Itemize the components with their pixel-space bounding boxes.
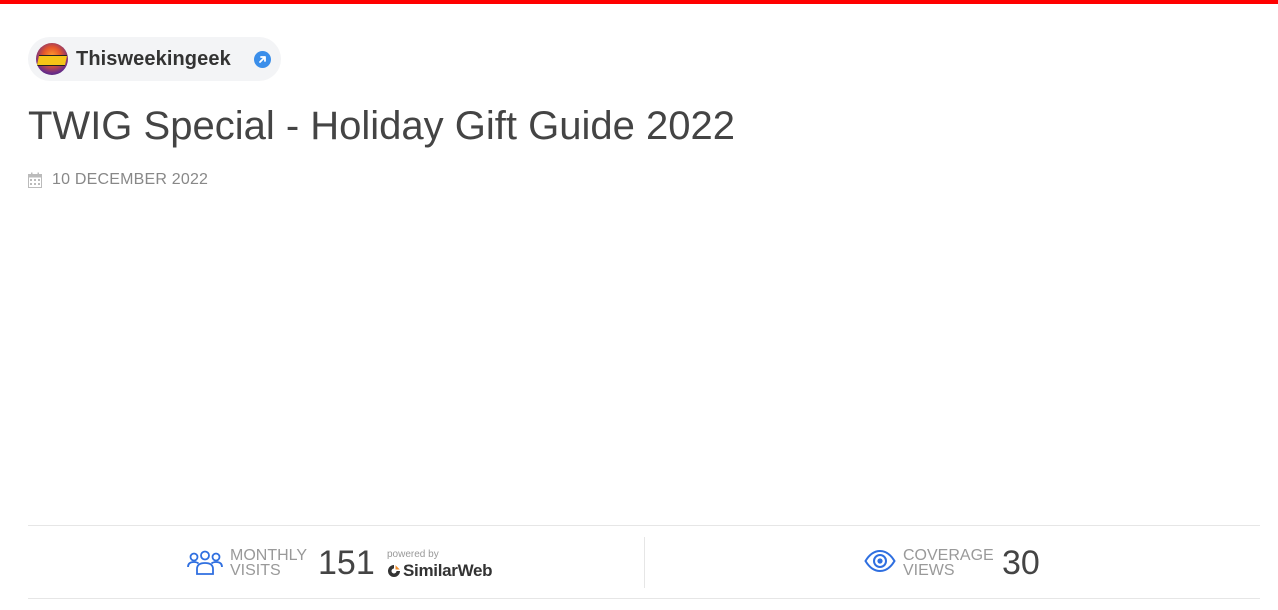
calendar-icon [28,172,42,188]
source-avatar [36,43,68,75]
powered-by-similarweb: powered by SimilarWeb [387,549,493,580]
eye-icon [864,549,896,573]
similarweb-logo-icon [388,564,400,577]
monthly-visits-value: 151 [318,544,375,582]
top-accent-bar [0,0,1278,4]
date-text: 10 DECEMBER 2022 [52,171,209,188]
powered-by-text: powered by [387,549,439,560]
source-chip[interactable]: Thisweekingeek [28,37,281,81]
monthly-visits-label: MONTHLY VISITS [230,547,308,579]
coverage-views-value: 30 [1002,544,1040,582]
stats-bar: MONTHLY VISITS 151 powered by SimilarWeb… [28,525,1260,599]
article-title: TWIG Special - Holiday Gift Guide 2022 [28,104,735,148]
article-date: 10 DECEMBER 2022 [28,171,208,189]
users-icon [187,550,223,575]
stats-divider [644,537,645,588]
coverage-views-label: COVERAGE VIEWS [903,547,994,579]
similarweb-brand: SimilarWeb [403,561,493,580]
external-link-icon[interactable] [254,51,271,68]
source-name[interactable]: Thisweekingeek [76,48,231,71]
